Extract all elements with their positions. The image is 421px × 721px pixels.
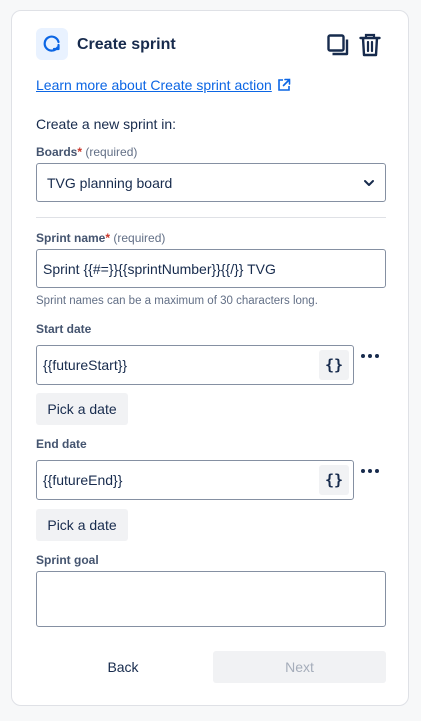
intro-text: Create a new sprint in: — [36, 116, 177, 132]
trash-icon[interactable] — [357, 32, 383, 58]
start-date-input[interactable]: {{futureStart}} {} — [36, 345, 354, 385]
sprint-name-label: Sprint name* (required) — [36, 231, 166, 245]
start-date-label: Start date — [36, 322, 92, 336]
boards-value: TVG planning board — [47, 174, 173, 191]
sprint-name-input[interactable]: Sprint {{#=}}{{sprintNumber}}{{/}} TVG — [36, 249, 386, 288]
end-date-more-icon[interactable] — [361, 469, 379, 473]
divider — [36, 217, 386, 218]
end-date-pick-button[interactable]: Pick a date — [36, 509, 128, 541]
sprint-icon — [36, 28, 68, 60]
sprint-goal-textarea[interactable] — [36, 571, 386, 627]
copy-icon[interactable] — [325, 32, 351, 58]
chevron-down-icon — [364, 179, 374, 186]
boards-select[interactable]: TVG planning board — [36, 163, 386, 202]
smart-value-button[interactable]: {} — [319, 465, 349, 495]
start-date-value: {{futureStart}} — [43, 357, 128, 373]
learn-more-label: Learn more about Create sprint action — [36, 77, 272, 93]
sprint-name-value: Sprint {{#=}}{{sprintNumber}}{{/}} TVG — [43, 260, 276, 277]
end-date-value: {{futureEnd}} — [43, 472, 123, 488]
end-date-label: End date — [36, 437, 87, 451]
smart-value-button[interactable]: {} — [319, 350, 349, 380]
end-date-input[interactable]: {{futureEnd}} {} — [36, 460, 354, 500]
create-sprint-panel: Create sprint Learn more about Create sp… — [11, 10, 409, 706]
external-link-icon — [278, 78, 291, 91]
back-button[interactable]: Back — [36, 651, 210, 683]
boards-label: Boards* (required) — [36, 145, 138, 159]
start-date-more-icon[interactable] — [361, 354, 379, 358]
sprint-goal-label: Sprint goal — [36, 553, 99, 567]
sprint-name-helper: Sprint names can be a maximum of 30 char… — [36, 295, 318, 307]
page-title: Create sprint — [77, 36, 176, 53]
learn-more-link[interactable]: Learn more about Create sprint action — [36, 77, 291, 93]
start-date-pick-button[interactable]: Pick a date — [36, 393, 128, 425]
next-button[interactable]: Next — [213, 651, 386, 683]
